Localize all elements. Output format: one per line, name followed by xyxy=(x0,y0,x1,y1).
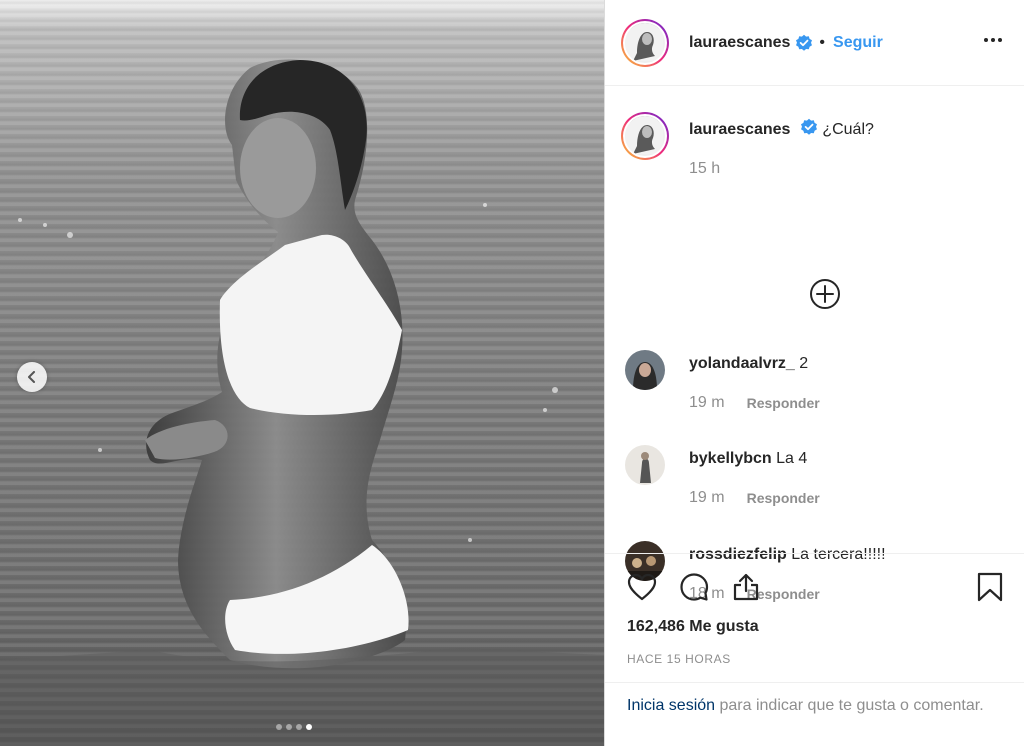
comment-item: bykellybcn La 4 19 m Responder xyxy=(625,445,820,507)
carousel-indicator xyxy=(276,724,312,730)
chevron-left-icon xyxy=(28,371,35,383)
carousel-dot-active xyxy=(306,724,312,730)
commenter-avatar[interactable] xyxy=(625,350,665,390)
save-button[interactable] xyxy=(977,572,1003,607)
caption-username[interactable]: lauraescanes xyxy=(689,121,790,138)
comment-bubble-icon xyxy=(680,573,709,601)
heart-icon xyxy=(627,573,657,601)
caption-timestamp[interactable]: 15 h xyxy=(689,160,874,178)
load-more-comments-icon xyxy=(810,279,840,309)
commenter-username[interactable]: bykellybcn xyxy=(689,450,772,467)
comment-text: La 4 xyxy=(776,450,808,467)
comment-timestamp[interactable]: 19 m xyxy=(689,489,725,507)
commenter-username[interactable]: yolandaalvrz_ xyxy=(689,355,795,372)
commenter-avatar[interactable] xyxy=(625,445,665,485)
login-prompt: Inicia sesión para indicar que te gusta … xyxy=(605,682,1024,746)
comment-text: 2 xyxy=(799,355,809,372)
post-header: lauraescanes • Seguir xyxy=(605,0,1024,86)
post-sidebar: lauraescanes • Seguir lauraescanes ¿Cuál… xyxy=(604,0,1024,746)
author-avatar[interactable] xyxy=(621,18,669,67)
comment-timestamp[interactable]: 19 m xyxy=(689,394,725,412)
comment-button[interactable] xyxy=(679,572,709,602)
load-more-comments-button[interactable] xyxy=(809,278,841,315)
carousel-dot xyxy=(286,724,292,730)
post-photo[interactable] xyxy=(0,0,604,746)
likes-count[interactable]: 162,486 Me gusta xyxy=(605,618,1024,636)
verified-badge-icon xyxy=(796,34,813,51)
author-username[interactable]: lauraescanes xyxy=(689,34,790,52)
caption-text: ¿Cuál? xyxy=(822,121,874,138)
verified-badge-icon xyxy=(800,118,817,135)
action-bar xyxy=(605,554,1024,620)
post-caption: lauraescanes ¿Cuál? 15 h xyxy=(621,112,874,178)
more-options-icon[interactable] xyxy=(984,38,1002,42)
share-icon xyxy=(733,573,759,601)
share-button[interactable] xyxy=(731,572,761,602)
carousel-dot xyxy=(296,724,302,730)
photo-scene xyxy=(0,59,604,746)
comment-item: yolandaalvrz_ 2 19 m Responder xyxy=(625,350,820,412)
like-button[interactable] xyxy=(627,573,657,601)
carousel-dot xyxy=(276,724,282,730)
comments-section[interactable]: lauraescanes ¿Cuál? 15 h yolandaalvrz_ 2… xyxy=(605,86,1024,602)
carousel-previous-button[interactable] xyxy=(17,362,47,392)
reply-button[interactable]: Responder xyxy=(747,395,820,411)
login-prompt-text: para indicar que te gusta o comentar. xyxy=(715,697,984,714)
bookmark-icon xyxy=(977,572,1003,602)
post-actions-section: 162,486 Me gusta HACE 15 HORAS xyxy=(605,553,1024,666)
follow-button[interactable]: Seguir xyxy=(833,34,883,52)
caption-author-avatar[interactable] xyxy=(621,112,669,160)
login-link[interactable]: Inicia sesión xyxy=(627,697,715,714)
post-timestamp[interactable]: HACE 15 HORAS xyxy=(605,652,1024,666)
header-separator: • xyxy=(819,33,826,51)
reply-button[interactable]: Responder xyxy=(747,490,820,506)
